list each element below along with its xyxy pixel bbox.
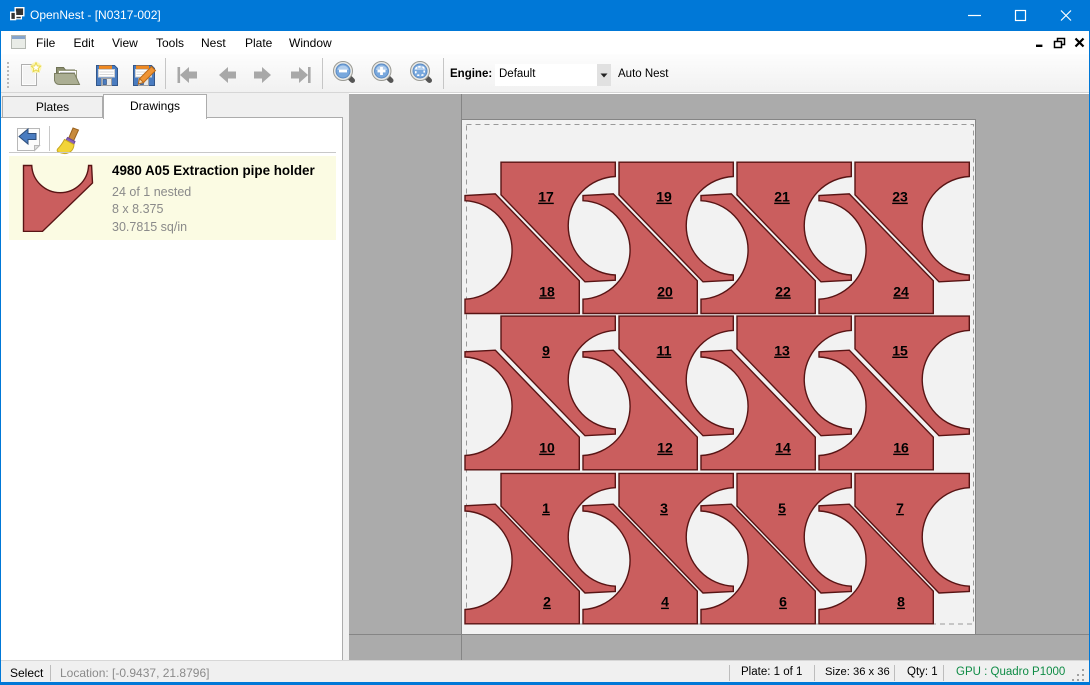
svg-text:20: 20 xyxy=(657,283,673,299)
svg-text:19: 19 xyxy=(656,189,672,205)
svg-text:8: 8 xyxy=(897,594,905,610)
svg-text:14: 14 xyxy=(775,440,791,456)
svg-text:12: 12 xyxy=(657,440,673,456)
svg-text:17: 17 xyxy=(538,189,554,205)
svg-text:22: 22 xyxy=(775,283,791,299)
svg-text:6: 6 xyxy=(779,594,787,610)
svg-text:21: 21 xyxy=(774,189,790,205)
svg-text:1: 1 xyxy=(542,500,550,516)
svg-text:18: 18 xyxy=(539,283,555,299)
svg-text:24: 24 xyxy=(893,283,909,299)
svg-text:5: 5 xyxy=(778,500,786,516)
svg-text:2: 2 xyxy=(543,594,551,610)
svg-text:11: 11 xyxy=(657,343,672,359)
svg-text:3: 3 xyxy=(660,500,668,516)
svg-text:9: 9 xyxy=(542,343,550,359)
svg-text:10: 10 xyxy=(539,440,555,456)
svg-text:23: 23 xyxy=(892,189,908,205)
svg-text:13: 13 xyxy=(774,343,790,359)
svg-text:15: 15 xyxy=(892,343,908,359)
svg-text:16: 16 xyxy=(893,440,909,456)
svg-text:7: 7 xyxy=(896,500,904,516)
svg-text:4: 4 xyxy=(661,594,669,610)
